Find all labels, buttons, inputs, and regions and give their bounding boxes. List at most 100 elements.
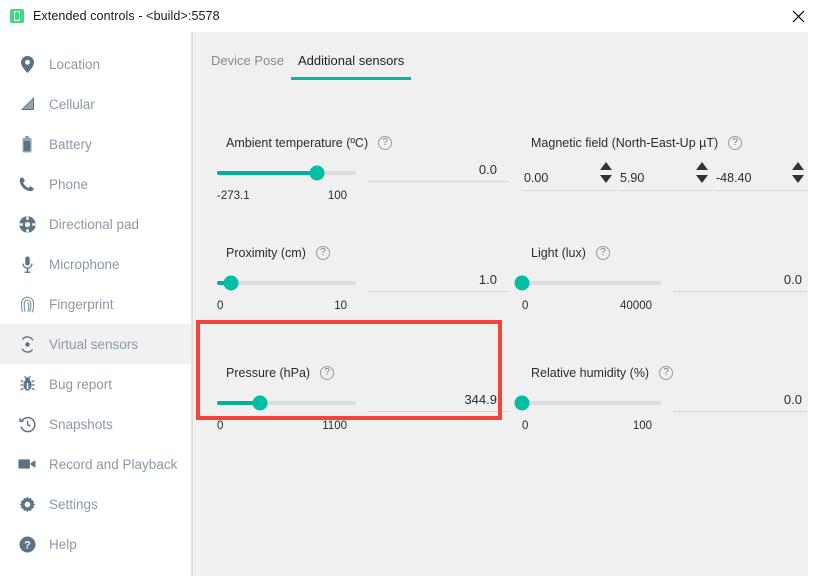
slider-track[interactable]: [217, 165, 356, 181]
slider-knob[interactable]: [514, 395, 530, 411]
decrement-arrow-icon[interactable]: [792, 175, 804, 183]
svg-text:?: ?: [24, 539, 31, 551]
slider-max: 100: [632, 420, 652, 432]
slider-relative-humidity[interactable]: 0 100: [509, 392, 661, 432]
sidebar-item-snapshots[interactable]: Snapshots: [0, 404, 191, 444]
magnetic-field-east[interactable]: 5.90: [618, 162, 712, 191]
slider-min: 0: [522, 420, 529, 432]
sidebar-item-fingerprint[interactable]: Fingerprint: [0, 284, 191, 324]
sensor-light: Light (lux) ? 0 40000 0.0: [509, 246, 814, 338]
light-value[interactable]: 0.0: [673, 272, 814, 292]
slider-max: 1100: [322, 420, 347, 432]
sidebar-item-label: Bug report: [49, 376, 113, 392]
slider-knob[interactable]: [252, 395, 268, 411]
sidebar-item-help[interactable]: ? Help: [0, 524, 191, 564]
sidebar-item-phone[interactable]: Phone: [0, 164, 191, 204]
stepper-arrows: [596, 162, 616, 183]
bug-icon: [16, 376, 38, 392]
help-icon[interactable]: ?: [659, 366, 674, 380]
value-wrap: 1.0: [356, 272, 509, 292]
ambient-temperature-value[interactable]: 0.0: [368, 162, 509, 182]
stepper-arrows: [788, 162, 808, 183]
close-icon[interactable]: [776, 0, 820, 32]
sidebar-item-battery[interactable]: Battery: [0, 124, 191, 164]
tab-device-pose[interactable]: Device Pose: [204, 54, 291, 80]
slider-track[interactable]: [217, 395, 356, 411]
help-icon[interactable]: ?: [378, 136, 393, 150]
history-clock-icon: [16, 416, 38, 433]
sidebar-item-location[interactable]: Location: [0, 44, 191, 84]
magnetic-field-north[interactable]: 0.00: [522, 162, 616, 191]
sidebar: Location Cellular Battery Phone Directio…: [0, 32, 192, 576]
location-pin-icon: [16, 55, 38, 73]
sensor-ambient-temperature: Ambient temperature (ºC) ? -273.1 100 0.…: [204, 136, 509, 228]
sensor-header: Pressure (hPa) ?: [204, 366, 509, 380]
slider-track[interactable]: [217, 275, 356, 291]
pressure-value[interactable]: 344.9: [368, 392, 509, 412]
value-wrap: 0.0: [661, 272, 814, 292]
magnetic-field-up-value[interactable]: -48.40: [714, 162, 788, 185]
phone-handset-icon: [16, 176, 38, 192]
slider-track[interactable]: [514, 395, 661, 411]
sensor-header: Light (lux) ?: [509, 246, 814, 260]
sensor-title: Ambient temperature (ºC): [226, 136, 369, 150]
slider-min: -273.1: [217, 190, 250, 202]
window-title: Extended controls - <build>:5578: [33, 8, 220, 23]
sidebar-item-settings[interactable]: Settings: [0, 484, 191, 524]
sidebar-item-label: Battery: [49, 136, 92, 152]
slider-light[interactable]: 0 40000: [509, 272, 661, 312]
increment-arrow-icon[interactable]: [696, 162, 708, 170]
slider-min: 0: [217, 420, 224, 432]
gear-icon: [16, 496, 38, 513]
slider-proximity[interactable]: 0 10: [204, 272, 356, 312]
relative-humidity-value[interactable]: 0.0: [673, 392, 814, 412]
magnetic-field-inputs: 0.00 5.90 -48.40: [509, 162, 814, 191]
stepper-arrows: [692, 162, 712, 183]
sidebar-item-label: Help: [49, 536, 77, 552]
sensor-title: Pressure (hPa): [226, 366, 311, 380]
help-icon[interactable]: ?: [320, 366, 335, 380]
sensor-header: Ambient temperature (ºC) ?: [204, 136, 509, 150]
sidebar-item-label: Microphone: [49, 256, 120, 272]
help-icon[interactable]: ?: [595, 246, 610, 260]
sidebar-item-bug-report[interactable]: Bug report: [0, 364, 191, 404]
sidebar-item-directional-pad[interactable]: Directional pad: [0, 204, 191, 244]
decrement-arrow-icon[interactable]: [696, 175, 708, 183]
value-wrap: 344.9: [356, 392, 509, 412]
dpad-icon: [16, 215, 38, 233]
sensor-magnetic-field: Magnetic field (North-East-Up µT) ? 0.00: [509, 136, 814, 228]
tab-additional-sensors[interactable]: Additional sensors: [290, 54, 412, 80]
microphone-icon: [16, 256, 38, 273]
increment-arrow-icon[interactable]: [792, 162, 804, 170]
slider-min: 0: [217, 300, 224, 312]
proximity-value[interactable]: 1.0: [368, 272, 509, 292]
sensor-title: Light (lux): [531, 246, 586, 260]
slider-ambient-temperature[interactable]: -273.1 100: [204, 162, 356, 202]
magnetic-field-east-value[interactable]: 5.90: [618, 162, 692, 185]
fingerprint-icon: [16, 296, 38, 313]
sensor-relative-humidity: Relative humidity (%) ? 0 100 0.0: [509, 366, 814, 458]
slider-max: 10: [334, 300, 347, 312]
magnetic-field-up[interactable]: -48.40: [714, 162, 808, 191]
value-wrap: 0.0: [661, 392, 814, 412]
sensor-title: Relative humidity (%): [531, 366, 650, 380]
slider-knob[interactable]: [514, 275, 530, 291]
help-icon[interactable]: ?: [728, 136, 743, 150]
sidebar-item-cellular[interactable]: Cellular: [0, 84, 191, 124]
slider-knob[interactable]: [223, 275, 239, 291]
right-edge-strip: [807, 32, 820, 576]
signal-bars-icon: [16, 97, 38, 111]
slider-knob[interactable]: [309, 165, 325, 181]
sidebar-item-virtual-sensors[interactable]: Virtual sensors: [0, 324, 191, 364]
sidebar-item-microphone[interactable]: Microphone: [0, 244, 191, 284]
slider-track[interactable]: [514, 275, 661, 291]
sidebar-item-label: Fingerprint: [49, 296, 114, 312]
increment-arrow-icon[interactable]: [600, 162, 612, 170]
sidebar-item-record-and-playback[interactable]: Record and Playback: [0, 444, 191, 484]
help-icon[interactable]: ?: [315, 246, 330, 260]
tab-bar: Device Pose Additional sensors: [193, 32, 820, 80]
decrement-arrow-icon[interactable]: [600, 175, 612, 183]
slider-range: -273.1 100: [217, 190, 356, 202]
magnetic-field-north-value[interactable]: 0.00: [522, 162, 596, 185]
slider-pressure[interactable]: 0 1100: [204, 392, 356, 432]
